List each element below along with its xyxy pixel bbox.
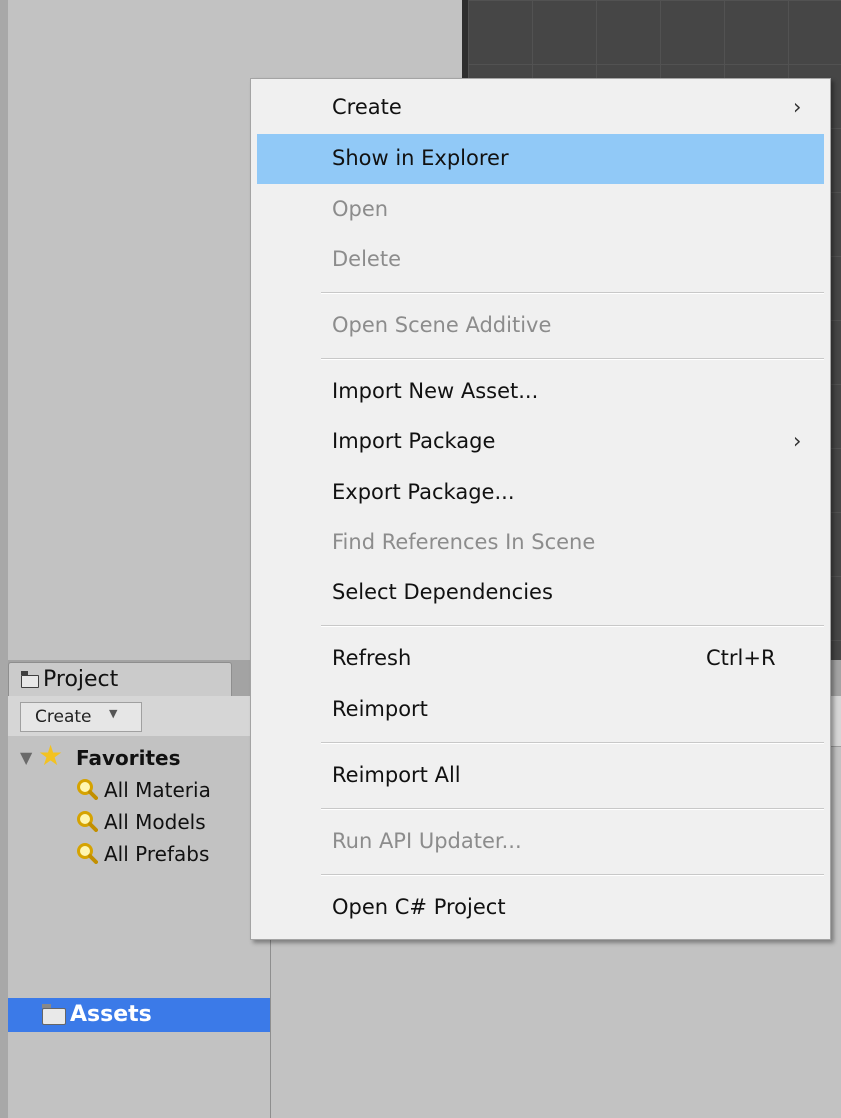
menu-item-label: Open [332,197,389,221]
search-icon [77,779,98,800]
assets-label: Assets [70,1002,152,1027]
folder-icon [42,1004,66,1025]
menu-item-reimport-all[interactable]: Reimport All [257,751,824,801]
menu-item-label: Import Package [332,429,496,453]
menu-item-import-package[interactable]: Import Package › [257,417,824,467]
create-label: Create [35,707,92,727]
submenu-arrow-icon: › [793,95,802,119]
tab-label: Project [43,667,119,692]
menu-item-show-in-explorer[interactable]: Show in Explorer [257,134,824,184]
menu-separator [321,808,824,810]
menu-item-import-new-asset[interactable]: Import New Asset... [257,367,824,417]
tree-item-favorite[interactable]: All Models [76,808,270,838]
menu-item-label: Delete [332,247,401,271]
menu-item-open-csharp-project[interactable]: Open C# Project [257,883,824,933]
menu-item-label: Select Dependencies [332,580,553,604]
menu-item-label: Reimport All [332,763,461,787]
menu-item-label: Find References In Scene [332,530,596,554]
menu-shortcut: Ctrl+R [706,646,776,670]
tree-item-favorites[interactable]: ▼ ★ Favorites [18,739,268,774]
menu-separator [321,742,824,744]
menu-item-label: Import New Asset... [332,379,539,403]
menu-item-refresh[interactable]: Refresh Ctrl+R [257,634,824,684]
star-icon: ★ [38,739,64,772]
menu-item-label: Refresh [332,646,412,670]
folder-icon [21,671,39,688]
menu-item-label: Reimport [332,697,428,721]
menu-item-label: Show in Explorer [332,146,509,170]
favorites-label: Favorites [76,746,181,770]
menu-separator [321,874,824,876]
favorite-label: All Materia [104,778,211,802]
menu-item-find-references[interactable]: Find References In Scene [257,518,824,568]
submenu-arrow-icon: › [793,429,802,453]
menu-item-run-api-updater[interactable]: Run API Updater... [257,817,824,867]
window-left-edge [0,0,8,1118]
favorite-label: All Prefabs [104,842,210,866]
menu-item-label: Run API Updater... [332,829,522,853]
menu-item-label: Open C# Project [332,895,506,919]
search-icon [77,843,98,864]
menu-separator [321,358,824,360]
menu-item-export-package[interactable]: Export Package... [257,468,824,518]
menu-item-label: Open Scene Additive [332,313,552,337]
menu-item-open-scene-additive[interactable]: Open Scene Additive [257,301,824,351]
expand-triangle-icon[interactable]: ▼ [20,748,32,767]
context-menu: Create › Show in Explorer Open Delete Op… [250,78,831,940]
menu-separator [321,625,824,627]
tree-item-favorite[interactable]: All Materia [76,776,270,806]
menu-separator [321,292,824,294]
dropdown-arrow-icon: ▼ [109,707,118,720]
folder-tree: ▼ ★ Favorites All Materia All Models All… [8,736,271,1118]
menu-item-delete[interactable]: Delete [257,235,824,285]
menu-item-reimport[interactable]: Reimport [257,685,824,735]
menu-item-label: Export Package... [332,480,515,504]
menu-item-select-dependencies[interactable]: Select Dependencies [257,568,824,618]
tree-item-assets[interactable]: Assets [8,998,270,1032]
favorite-label: All Models [104,810,206,834]
menu-item-open[interactable]: Open [257,185,824,235]
create-dropdown-button[interactable]: Create ▼ [20,702,142,732]
tree-item-favorite[interactable]: All Prefabs [76,840,270,870]
menu-item-label: Create [332,95,402,119]
search-icon [77,811,98,832]
menu-item-create[interactable]: Create › [257,83,824,133]
tab-project[interactable]: Project [8,662,232,696]
